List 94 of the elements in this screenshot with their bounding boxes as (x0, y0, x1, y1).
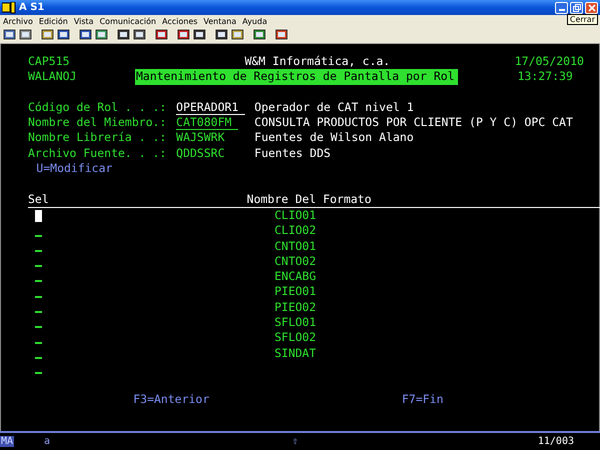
toolbar-button[interactable] (94, 28, 109, 42)
window-icon (215, 29, 228, 41)
input-field[interactable]: CAT080FM (176, 115, 238, 130)
minimize-button[interactable] (555, 2, 568, 14)
window-icon (193, 29, 206, 41)
sel-field[interactable] (34, 372, 42, 374)
field-description: CONSULTA PRODUCTOS POR CLIENTE (P Y C) OPC CAT (254, 115, 573, 130)
window-icon (19, 29, 32, 41)
minimize-icon (558, 9, 564, 11)
close-button[interactable] (585, 2, 598, 14)
sel-field[interactable] (34, 280, 42, 282)
status-indicator: a (44, 436, 50, 447)
options-hint: U=Modificar (36, 161, 112, 176)
sel-field[interactable] (34, 311, 42, 314)
sel-field[interactable] (34, 356, 42, 359)
toolbar-button[interactable] (18, 28, 33, 42)
toolbar-button[interactable] (230, 28, 245, 42)
toolbar-button[interactable] (2, 28, 17, 42)
format-name: SINDAT (274, 346, 316, 361)
toolbar-button[interactable] (116, 28, 131, 42)
close-icon (588, 4, 596, 12)
menu-item[interactable]: Comunicación (100, 16, 156, 26)
format-name: PIEO01 (274, 284, 316, 300)
company-name: W&M Informática, c.a. (244, 54, 392, 70)
toolbar-button[interactable] (274, 28, 289, 42)
field-value: WAJSWRK (176, 130, 225, 144)
toolbar-button[interactable] (192, 28, 207, 42)
screen-title: Mantenimiento de Registros de Pantalla por Rol (134, 69, 458, 85)
format-name: CLIO02 (274, 223, 316, 239)
toolbar-button[interactable] (214, 28, 229, 42)
format-name: PIEO02 (274, 300, 316, 316)
format-name: CLIO01 (274, 208, 316, 224)
toolbar-button[interactable] (132, 28, 147, 42)
input-field[interactable]: OPERADOR1 (176, 100, 246, 115)
window-title: A S1 (19, 2, 44, 13)
format-name: CNTO01 (274, 238, 316, 254)
column-header: Nombre Del Formato (246, 192, 372, 207)
window-icon (79, 29, 92, 41)
window-icon (41, 29, 54, 41)
field-label: Código de Rol . . .: (28, 100, 168, 116)
function-key: F3=Anterior (133, 392, 402, 407)
format-name: SFLO01 (274, 315, 316, 330)
menu-item[interactable]: Archivo (3, 16, 33, 26)
cursor-position: 11/003 (538, 436, 574, 447)
toolbar-button[interactable] (40, 28, 55, 42)
maximize-icon (572, 4, 580, 12)
maximize-button[interactable] (570, 2, 583, 14)
user-name: WALANOJ (28, 69, 78, 85)
toolbar-button[interactable] (154, 28, 169, 42)
format-name: ENCABG (274, 269, 316, 284)
sel-field[interactable] (34, 234, 42, 237)
menu-item[interactable]: Acciones (162, 16, 198, 26)
field-label: Archivo Fuente. . .: (28, 146, 168, 162)
toolbar-button[interactable] (252, 28, 267, 42)
field-value: QDDSSRC (176, 146, 225, 160)
window-icon (253, 29, 266, 41)
time-text: 13:27:39 (517, 69, 573, 85)
window-icon (95, 29, 108, 41)
sel-field[interactable] (34, 342, 42, 344)
field-description: Fuentes de Wilson Alano (254, 130, 414, 146)
mode-indicator: MA (0, 436, 14, 447)
format-name: SFLO02 (274, 330, 316, 346)
app-icon (2, 2, 16, 14)
field-description: Fuentes DDS (254, 146, 331, 162)
date-text: 17/05/2010 (514, 54, 584, 70)
menu-item[interactable]: Vista (74, 16, 94, 26)
toolbar-button[interactable] (78, 28, 93, 42)
window-icon (275, 29, 288, 41)
sel-field[interactable] (34, 265, 42, 268)
menu-item[interactable]: Ventana (204, 16, 236, 26)
shift-indicator: ⇧ (292, 436, 298, 447)
sel-field[interactable] (34, 326, 42, 328)
cursor-block[interactable] (34, 210, 42, 222)
field-label: Nombre Librería . .: (28, 130, 168, 146)
window-icon (57, 29, 70, 41)
sel-field[interactable] (34, 250, 42, 252)
toolbar-button[interactable] (56, 28, 71, 42)
window-icon (117, 29, 130, 41)
window-icon (3, 29, 16, 41)
program-name: CAP515 (28, 54, 71, 70)
column-header: Sel (28, 192, 50, 207)
window-icon (177, 29, 190, 41)
field-description: Operador de CAT nivel 1 (254, 100, 414, 116)
window-icon (155, 29, 168, 41)
sel-field[interactable] (34, 296, 42, 298)
tooltip: Cerrar (566, 14, 598, 25)
window-icon (231, 29, 244, 41)
format-name: CNTO02 (274, 254, 316, 270)
function-key: F7=Fin (402, 392, 444, 407)
field-label: Nombre del Miembro.: (28, 115, 168, 130)
menu-item[interactable]: Edición (38, 16, 68, 26)
window-icon (133, 29, 146, 41)
menu-item[interactable]: Ayuda (242, 16, 268, 26)
toolbar-button[interactable] (176, 28, 191, 42)
